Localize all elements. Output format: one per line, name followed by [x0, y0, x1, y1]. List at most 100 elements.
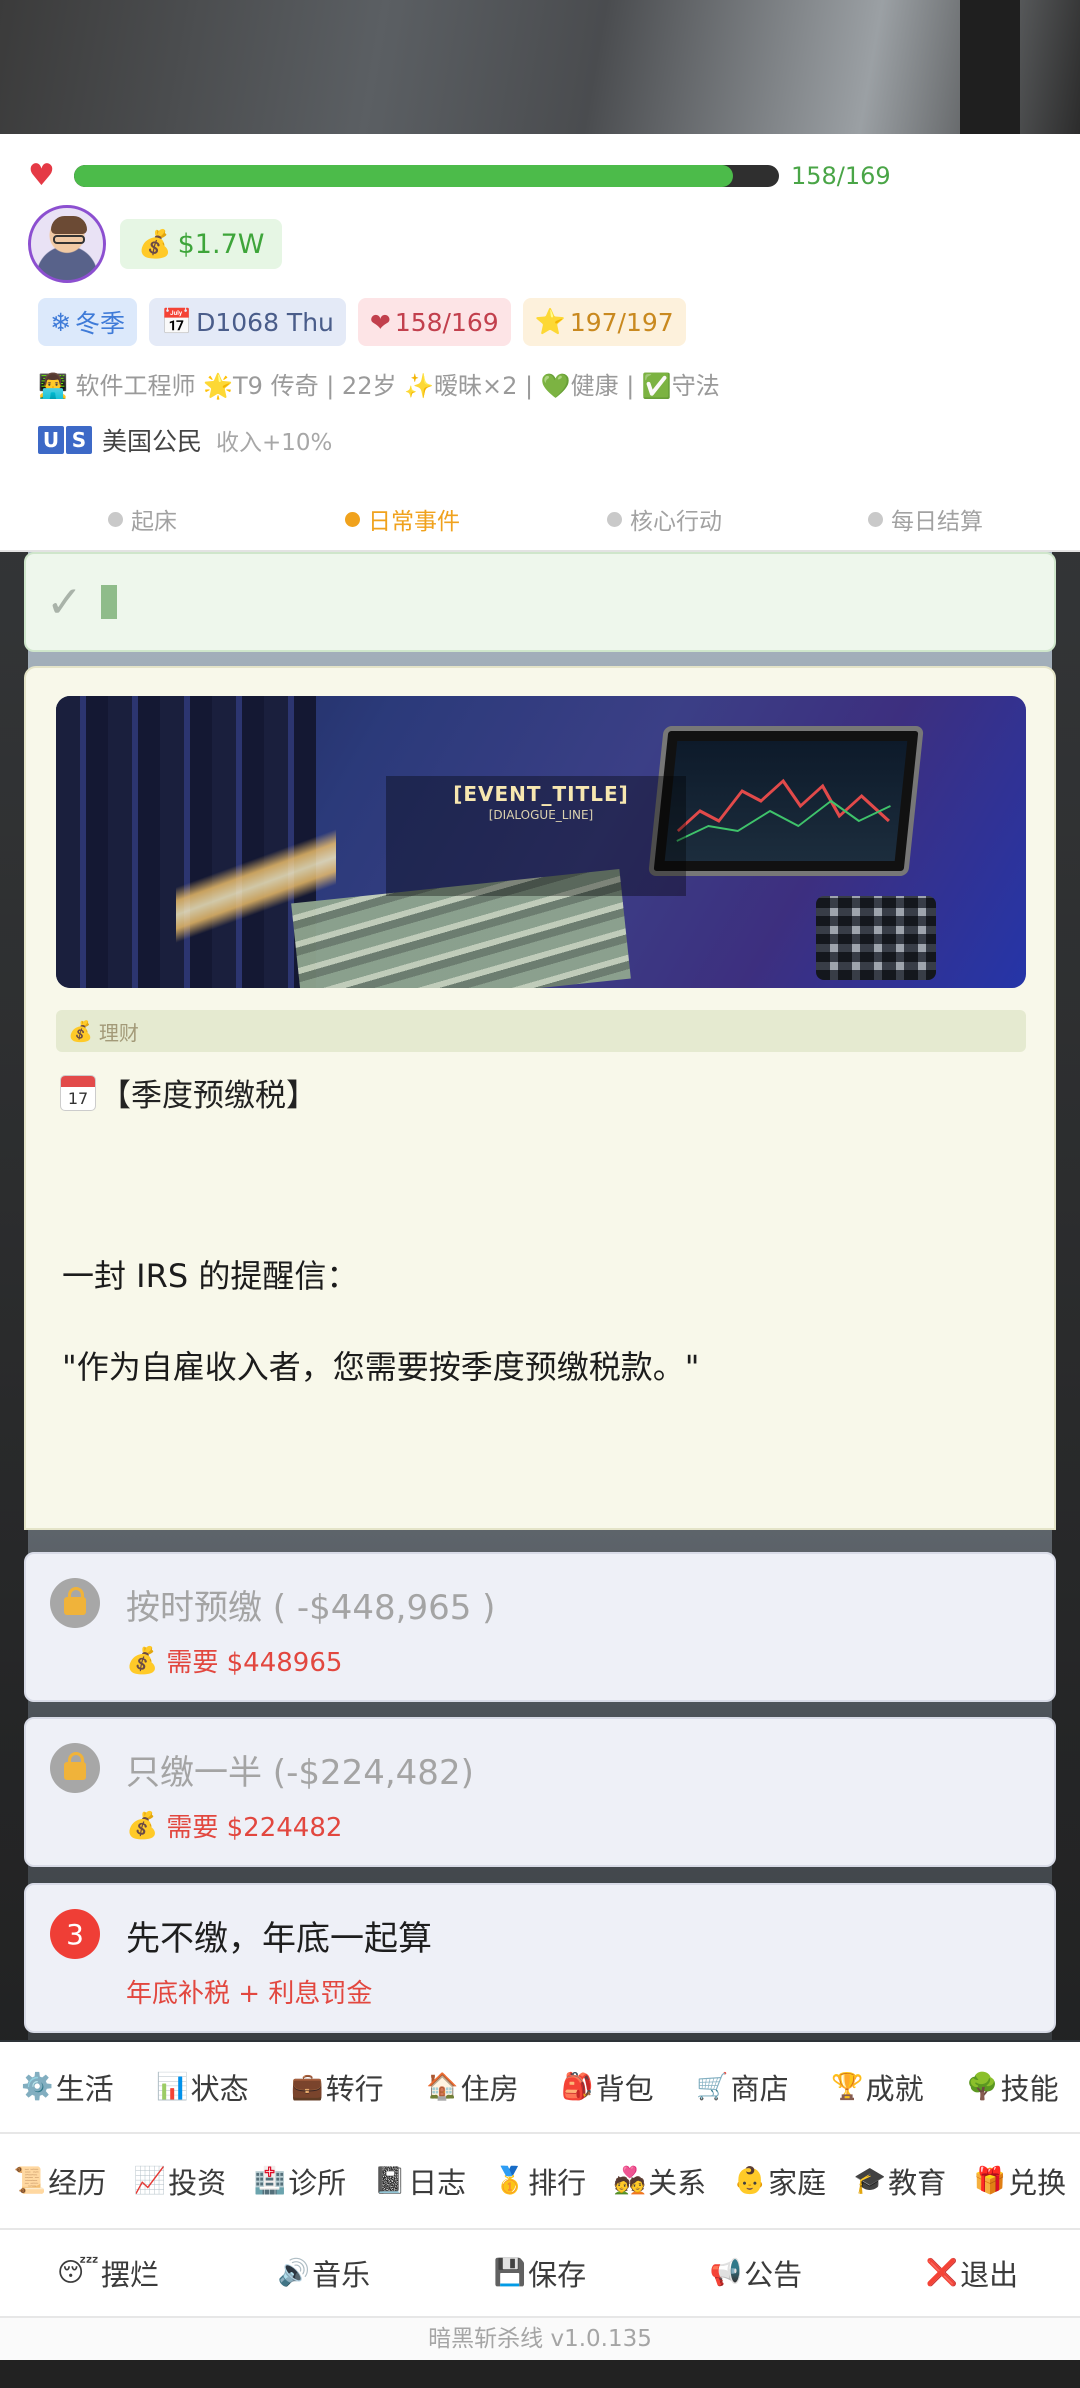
hp-tag: ❤ 158/169	[357, 298, 511, 346]
phase-core-action: 核心行动	[607, 502, 722, 536]
phase-dot	[868, 511, 883, 527]
nav-family[interactable]: 👶 家庭	[720, 2160, 840, 2202]
nav-achievements[interactable]: 🏆 成就	[810, 2066, 945, 2108]
nav-label: 日志	[408, 2166, 467, 2200]
calculator-image	[816, 896, 936, 980]
nav-label: 退出	[960, 2258, 1019, 2292]
backpack-icon: 🎒	[561, 2072, 594, 2102]
phase-dot-active	[345, 511, 360, 527]
nav-label: 保存	[528, 2258, 587, 2292]
money-badge: 💰 $1.7W	[120, 219, 283, 269]
nav-redeem[interactable]: 🎁 兑换	[960, 2160, 1080, 2202]
citizenship-label: 美国公民	[102, 427, 203, 456]
status-header: ♥ 158/169 💰 $1.7W ❄ 冬季 📅 D1068 Thu ❤ 158…	[0, 134, 1080, 552]
star-icon: ⭐	[534, 307, 566, 336]
calendar-icon: 📅	[160, 307, 193, 336]
floppy-disk-icon: 💾	[493, 2258, 527, 2288]
nav-label: 教育	[888, 2166, 947, 2200]
event-card: [EVENT_TITLE] [DIALOGUE_LINE] 💰 理财 17 【季…	[24, 666, 1056, 1530]
nav-label: 兑换	[1008, 2166, 1067, 2200]
lock-icon	[64, 1752, 86, 1780]
house-icon: 🏠	[426, 2072, 459, 2102]
phase-daily-event: 日常事件	[345, 502, 460, 536]
nav-slack-off[interactable]: 😴 摆烂	[0, 2252, 216, 2294]
nav-label: 住房	[460, 2072, 519, 2106]
nav-save[interactable]: 💾 保存	[432, 2252, 648, 2294]
choice-pay-on-time[interactable]: 按时预缴 ( -$448,965 ) 💰 需要 $448965	[24, 1552, 1056, 1702]
choice-requirement: 💰 需要 $448965	[126, 1645, 343, 1679]
nav-row-system: 😴 摆烂 🔊 音乐 💾 保存 📢 公告 ❌ 退出	[0, 2230, 1080, 2318]
nav-skills[interactable]: 🌳 技能	[945, 2066, 1080, 2108]
nav-backpack[interactable]: 🎒 背包	[540, 2066, 675, 2108]
gift-icon: 🎁	[973, 2166, 1007, 2196]
choice-pay-half[interactable]: 只缴一半 (-$224,482) 💰 需要 $224482	[24, 1717, 1056, 1867]
calendar-icon: 17	[60, 1074, 96, 1111]
heart-icon: ❤	[369, 307, 391, 337]
nav-housing[interactable]: 🏠 住房	[405, 2066, 540, 2108]
nav-career-change[interactable]: 💼 转行	[270, 2066, 405, 2108]
heart-icon: ♥	[28, 158, 55, 193]
day-phase-steps: 起床 日常事件 核心行动 每日结算	[0, 502, 1080, 538]
nav-music[interactable]: 🔊 音乐	[216, 2252, 432, 2294]
snowflake-icon: ❄	[50, 307, 71, 337]
nav-label: 背包	[595, 2072, 654, 2106]
nav-history[interactable]: 📜 经历	[0, 2160, 120, 2202]
nav-label: 音乐	[312, 2258, 371, 2292]
choice-consequence: 年底补税 + 利息罚金	[126, 1979, 373, 2009]
money-bag-icon: 💰	[138, 229, 172, 260]
phase-dot	[108, 511, 123, 527]
completed-step-box: ✓	[24, 552, 1056, 652]
money-bag-icon: 💰	[126, 1810, 159, 1841]
hp-tag-label: 158/169	[394, 307, 499, 337]
trophy-icon: 🏆	[831, 2072, 864, 2102]
megaphone-icon: 📢	[709, 2258, 743, 2288]
notebook-icon: 📓	[373, 2166, 407, 2196]
close-icon: ❌	[925, 2258, 959, 2288]
check-icon: ✓	[46, 576, 83, 628]
choice-label: 先不缴，年底一起算	[126, 1919, 432, 1959]
choice-defer-payment[interactable]: 3 先不缴，年底一起算 年底补税 + 利息罚金	[24, 1883, 1056, 2033]
bottom-navigation: ⚙️ 生活 📊 状态 💼 转行 🏠 住房 🎒 背包 🛒 商店 🏆 成就 🌳 技能 📜 经历 📈 投资 🏥 诊所 📓 日志 🥇 排…	[0, 2042, 1080, 2360]
event-illustration: [EVENT_TITLE] [DIALOGUE_LINE]	[56, 696, 1026, 988]
nav-label: 家庭	[768, 2166, 827, 2200]
nav-clinic[interactable]: 🏥 诊所	[240, 2160, 360, 2202]
nav-status[interactable]: 📊 状态	[135, 2066, 270, 2108]
nav-label: 经历	[48, 2166, 107, 2200]
couple-icon: 💑	[613, 2166, 647, 2196]
briefcase-icon: 💼	[291, 2072, 324, 2102]
us-flag-icon: US	[38, 426, 94, 454]
day-tag: 📅 D1068 Thu	[148, 298, 346, 346]
avatar[interactable]	[28, 205, 106, 283]
cursor-block	[100, 585, 117, 619]
nav-ranking[interactable]: 🥇 排行	[480, 2160, 600, 2202]
choice-requirement: 💰 需要 $224482	[126, 1810, 343, 1844]
trending-up-icon: 📈	[133, 2166, 167, 2196]
nav-life[interactable]: ⚙️ 生活	[0, 2066, 135, 2108]
income-bonus: 收入+10%	[216, 430, 333, 456]
hp-bar-fill	[74, 165, 734, 187]
money-value: $1.7W	[177, 228, 265, 260]
nav-exit[interactable]: ❌ 退出	[864, 2252, 1080, 2294]
scroll-icon: 📜	[13, 2166, 47, 2196]
nav-log[interactable]: 📓 日志	[360, 2160, 480, 2202]
nav-label: 成就	[865, 2072, 924, 2106]
image-title: [EVENT_TITLE]	[453, 782, 629, 806]
season-label: 冬季	[74, 309, 125, 338]
nav-education[interactable]: 🎓 教育	[840, 2160, 960, 2202]
nav-label: 商店	[730, 2072, 789, 2106]
nav-row-secondary: 📜 经历 📈 投资 🏥 诊所 📓 日志 🥇 排行 💑 关系 👶 家庭 🎓 教育 🎁 兑换	[0, 2134, 1080, 2230]
graduation-cap-icon: 🎓	[853, 2166, 887, 2196]
nav-shop[interactable]: 🛒 商店	[675, 2066, 810, 2108]
lock-icon	[64, 1587, 86, 1615]
choice-label: 按时预缴 ( -$448,965 )	[126, 1588, 496, 1628]
nav-investment[interactable]: 📈 投资	[120, 2160, 240, 2202]
nav-label: 诊所	[288, 2166, 347, 2200]
nav-announcements[interactable]: 📢 公告	[648, 2252, 864, 2294]
nav-label: 排行	[528, 2166, 587, 2200]
version-label: 暗黑斩杀线 v1.0.135	[0, 2318, 1080, 2360]
image-subtitle: [DIALOGUE_LINE]	[488, 808, 594, 822]
event-title-text: 【季度预缴税】	[100, 1078, 317, 1114]
background-photo-top	[0, 0, 1080, 134]
nav-relationships[interactable]: 💑 关系	[600, 2160, 720, 2202]
season-tag: ❄ 冬季	[38, 298, 137, 346]
